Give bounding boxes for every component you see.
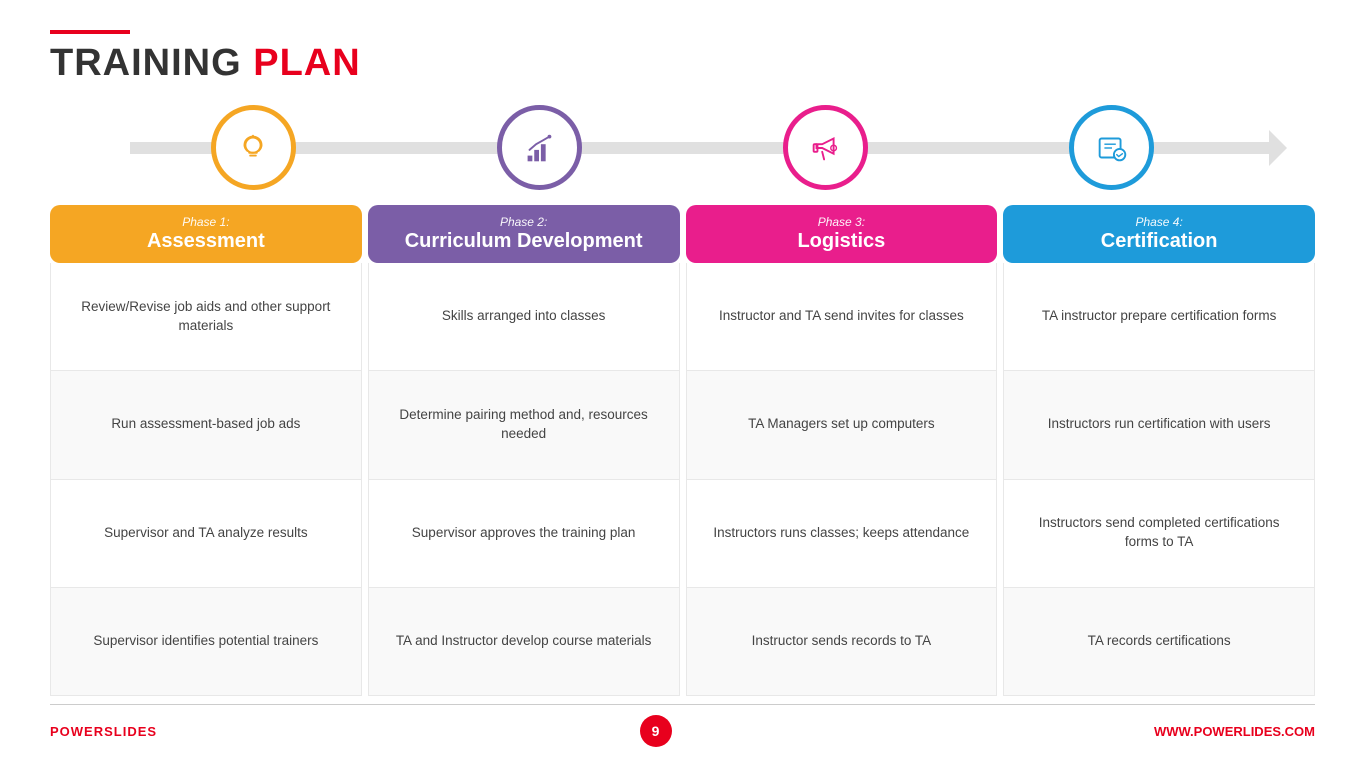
phases-row: Phase 1: Assessment Review/Revise job ai… bbox=[50, 205, 1315, 696]
list-item: Instructors run certification with users bbox=[1004, 371, 1314, 479]
megaphone-icon bbox=[807, 129, 845, 167]
circle-curriculum bbox=[497, 105, 582, 190]
phase-items-curriculum: Skills arranged into classes Determine p… bbox=[368, 263, 680, 696]
red-line-decoration bbox=[50, 30, 130, 34]
footer-brand-slides: SLIDES bbox=[104, 724, 157, 739]
page: TRAINING PLAN bbox=[0, 0, 1365, 767]
list-item: TA and Instructor develop course materia… bbox=[369, 588, 679, 695]
phase-col-curriculum: Phase 2: Curriculum Development Skills a… bbox=[368, 205, 680, 696]
list-item: Determine pairing method and, resources … bbox=[369, 371, 679, 479]
phase-header-certification: Phase 4: Certification bbox=[1003, 205, 1315, 263]
phase-name-4: Certification bbox=[1018, 229, 1300, 253]
list-item: Instructor and TA send invites for class… bbox=[687, 263, 997, 371]
phase-items-assessment: Review/Revise job aids and other support… bbox=[50, 263, 362, 696]
timeline bbox=[50, 105, 1315, 190]
phase-label-3: Phase 3: bbox=[701, 215, 983, 229]
list-item: Instructors send completed certification… bbox=[1004, 480, 1314, 588]
phase-items-logistics: Instructor and TA send invites for class… bbox=[686, 263, 998, 696]
footer-url: WWW.POWERLIDES.COM bbox=[1154, 724, 1315, 739]
circle-certification bbox=[1069, 105, 1154, 190]
lightbulb-icon bbox=[234, 129, 272, 167]
list-item: Skills arranged into classes bbox=[369, 263, 679, 371]
list-item: Supervisor and TA analyze results bbox=[51, 480, 361, 588]
circle-assessment-ring bbox=[211, 105, 296, 190]
phase-label-2: Phase 2: bbox=[383, 215, 665, 229]
footer-page-number: 9 bbox=[640, 715, 672, 747]
list-item: TA instructor prepare certification form… bbox=[1004, 263, 1314, 371]
phase-name-1: Assessment bbox=[65, 229, 347, 253]
phase-items-certification: TA instructor prepare certification form… bbox=[1003, 263, 1315, 696]
page-title: TRAINING PLAN bbox=[50, 42, 1315, 85]
list-item: Supervisor identifies potential trainers bbox=[51, 588, 361, 695]
list-item: Instructors runs classes; keeps attendan… bbox=[687, 480, 997, 588]
certificate-icon bbox=[1093, 129, 1131, 167]
header: TRAINING PLAN bbox=[50, 30, 1315, 85]
circle-assessment bbox=[211, 105, 296, 190]
phase-label-1: Phase 1: bbox=[65, 215, 347, 229]
phase-col-assessment: Phase 1: Assessment Review/Revise job ai… bbox=[50, 205, 362, 696]
footer-brand: POWERSLIDES bbox=[50, 724, 157, 739]
phase-label-4: Phase 4: bbox=[1018, 215, 1300, 229]
list-item: TA records certifications bbox=[1004, 588, 1314, 695]
title-plan: PLAN bbox=[253, 42, 360, 84]
phase-header-curriculum: Phase 2: Curriculum Development bbox=[368, 205, 680, 263]
list-item: Instructor sends records to TA bbox=[687, 588, 997, 695]
footer-brand-power: POWER bbox=[50, 724, 104, 739]
circles-row bbox=[50, 105, 1315, 190]
phase-name-2: Curriculum Development bbox=[383, 229, 665, 253]
phase-header-assessment: Phase 1: Assessment bbox=[50, 205, 362, 263]
phase-header-logistics: Phase 3: Logistics bbox=[686, 205, 998, 263]
footer: POWERSLIDES 9 WWW.POWERLIDES.COM bbox=[50, 704, 1315, 747]
phase-col-logistics: Phase 3: Logistics Instructor and TA sen… bbox=[686, 205, 998, 696]
list-item: Run assessment-based job ads bbox=[51, 371, 361, 479]
circle-logistics-ring bbox=[783, 105, 868, 190]
phase-name-3: Logistics bbox=[701, 229, 983, 253]
list-item: Review/Revise job aids and other support… bbox=[51, 263, 361, 371]
circle-certification-ring bbox=[1069, 105, 1154, 190]
circle-curriculum-ring bbox=[497, 105, 582, 190]
title-training: TRAINING bbox=[50, 42, 253, 84]
phase-col-certification: Phase 4: Certification TA instructor pre… bbox=[1003, 205, 1315, 696]
chart-icon bbox=[520, 129, 558, 167]
list-item: Supervisor approves the training plan bbox=[369, 480, 679, 588]
circle-logistics bbox=[783, 105, 868, 190]
list-item: TA Managers set up computers bbox=[687, 371, 997, 479]
